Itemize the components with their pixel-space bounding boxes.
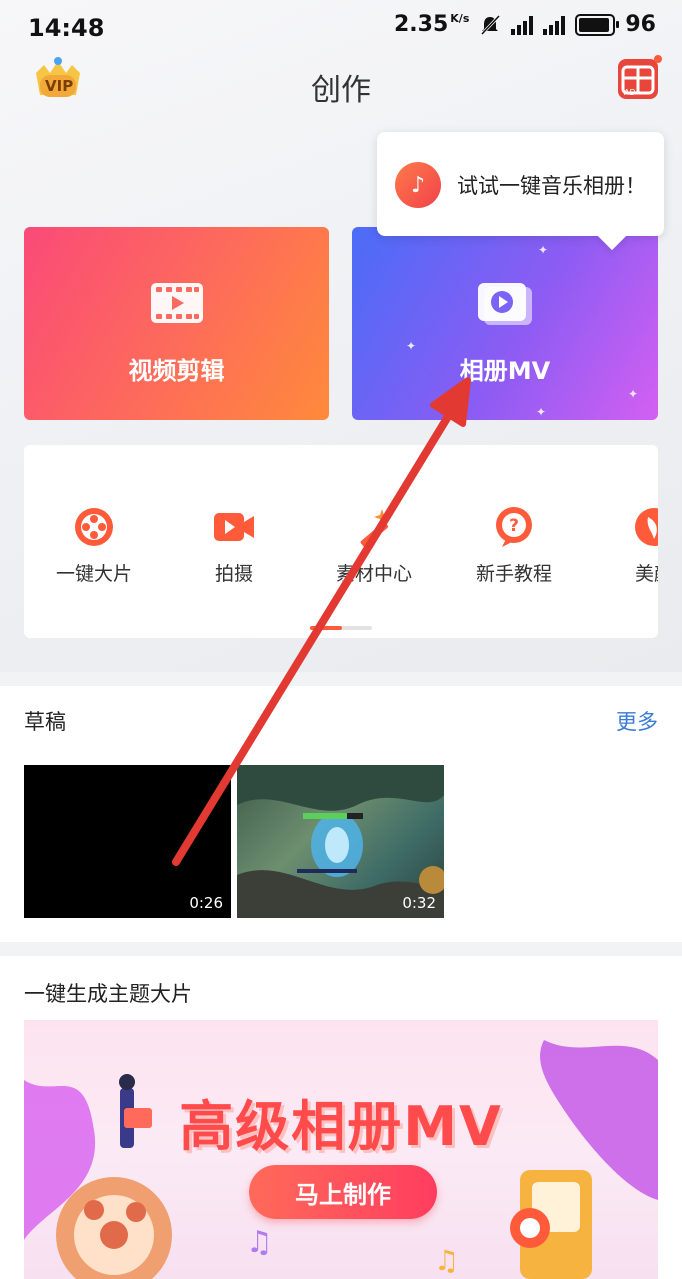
tool-one-click-film[interactable]: 一键大片 <box>34 505 154 586</box>
beauty-icon <box>635 508 658 546</box>
video-edit-card[interactable]: 视频剪辑 <box>24 227 329 420</box>
notification-dot <box>654 55 662 63</box>
ad-gift-icon[interactable]: AD <box>618 59 658 99</box>
section-divider <box>0 672 682 686</box>
magic-wand-icon <box>360 509 390 547</box>
album-mv-label: 相册MV <box>459 357 551 385</box>
status-indicators: 2.35 K/s 96 <box>394 12 656 37</box>
tool-label: 美颜 <box>634 563 658 585</box>
net-speed-value: 2.35 <box>394 12 449 37</box>
tools-scroll-thumb <box>310 626 342 630</box>
tool-beauty[interactable]: 美颜 <box>594 505 658 586</box>
status-time: 14:48 <box>28 14 105 42</box>
drafts-more-link[interactable]: 更多 <box>616 706 658 736</box>
draft-item[interactable]: 0:32 <box>237 765 444 918</box>
tool-label: 素材中心 <box>335 563 412 585</box>
draft-duration: 0:26 <box>189 894 223 912</box>
tools-row: 一键大片 拍摄 素材中心 ? 新手教程 美颜 <box>24 445 658 638</box>
film-reel-icon <box>75 508 113 546</box>
page-title: 创作 <box>311 73 371 108</box>
signal-icon-2 <box>543 15 566 35</box>
tool-material-center[interactable]: 素材中心 <box>314 505 434 586</box>
photo-album-play-icon <box>478 283 532 325</box>
tool-label: 新手教程 <box>475 563 552 585</box>
draft-duration: 0:32 <box>402 894 436 912</box>
drafts-title: 草稿 <box>24 710 66 734</box>
section-divider <box>0 942 682 956</box>
make-now-button[interactable]: 马上制作 <box>249 1165 437 1219</box>
video-edit-label: 视频剪辑 <box>128 357 225 385</box>
sparkle-icon: ✦ <box>536 405 547 419</box>
svg-text:♫: ♫ <box>434 1244 459 1277</box>
album-mv-banner[interactable]: ♫ ♫ 高级相册MV 马上制作 <box>24 1020 658 1279</box>
video-camera-icon <box>214 513 254 541</box>
signal-icon-1 <box>511 15 534 35</box>
net-speed: 2.35 K/s <box>394 12 469 37</box>
svg-text:♫: ♫ <box>246 1225 273 1260</box>
tooltip-text: 试试一键音乐相册！ <box>457 174 646 198</box>
sparkle-icon: ✦ <box>538 243 549 257</box>
question-icon: ? <box>496 507 532 547</box>
sparkle-icon: ✦ <box>628 387 639 401</box>
tool-label: 一键大片 <box>55 563 132 585</box>
music-album-tooltip[interactable]: ♪ 试试一键音乐相册！ <box>377 132 664 236</box>
status-bar: 14:48 2.35 K/s 96 <box>0 0 682 60</box>
net-speed-unit: K/s <box>450 12 470 25</box>
battery-level: 96 <box>625 12 656 37</box>
tool-shoot[interactable]: 拍摄 <box>174 505 294 586</box>
ad-label: AD <box>624 88 636 97</box>
svg-text:?: ? <box>509 516 519 536</box>
battery-icon <box>575 13 620 36</box>
header: VIP 创作 AD <box>0 55 682 115</box>
draft-item[interactable]: 0:26 <box>24 765 231 918</box>
tool-tutorial[interactable]: ? 新手教程 <box>454 505 574 586</box>
theme-section-title: 一键生成主题大片 <box>24 982 192 1006</box>
music-note-icon: ♪ <box>395 162 441 208</box>
banner-title: 高级相册MV <box>179 1095 503 1158</box>
tool-label: 拍摄 <box>214 563 253 585</box>
album-mv-card[interactable]: ✦ ✦ ✦ ✦ 相册MV <box>352 227 658 420</box>
film-strip-icon <box>150 283 203 323</box>
bell-muted-icon <box>481 14 501 35</box>
